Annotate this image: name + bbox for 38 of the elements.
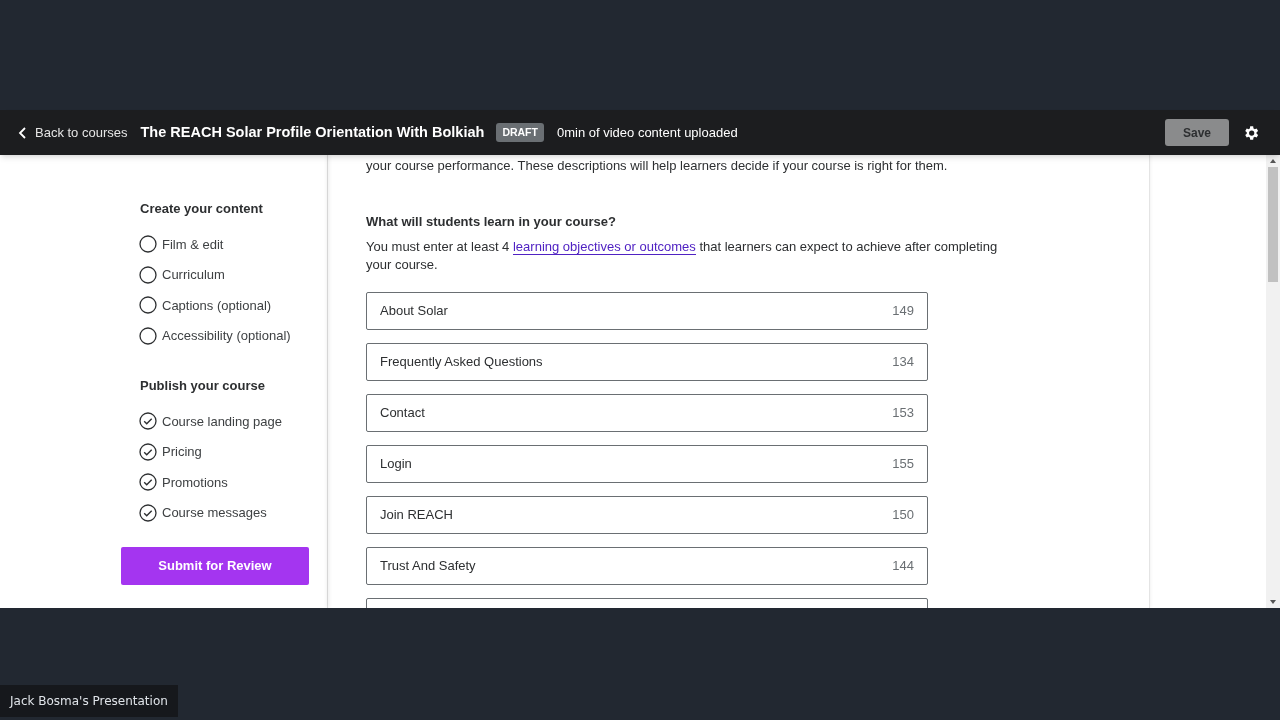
character-count: 150 [892, 505, 914, 524]
section-heading: Publish your course [140, 377, 266, 394]
presenter-label: Jack Bosma's Presentation [0, 685, 178, 717]
objective-field[interactable]: Login 155 [366, 444, 928, 483]
course-title: The REACH Solar Profile Orientation With Bolkiah [140, 122, 485, 142]
submit-button[interactable]: Submit for Review [121, 546, 309, 585]
sidebar-item[interactable]: Film & edit [139, 229, 327, 260]
sidebar-item[interactable]: Pricing [139, 436, 327, 467]
chevron-left-icon [18, 126, 27, 139]
hint-text: You must enter at least 4 learning objectives or outcomes that learners can expect to achieve after completing your course. [366, 237, 999, 274]
character-count: 153 [892, 403, 914, 422]
objective-field[interactable]: Trust And Safety 144 [366, 546, 928, 585]
scroll-up-icon[interactable] [1269, 157, 1277, 165]
character-count: 144 [892, 556, 914, 575]
sidebar-item[interactable]: Accessibility (optional) [139, 320, 327, 351]
question-heading: What will students learn in your course? [366, 213, 617, 231]
objective-field[interactable]: Frequently Asked Questions 134 [366, 342, 928, 381]
objective-field[interactable]: Contact 153 [366, 393, 928, 432]
character-count: 155 [892, 454, 914, 473]
upload-status: 0min of video content uploaded [556, 123, 738, 142]
sidebar-item[interactable]: Curriculum [139, 259, 327, 290]
sidebar-item[interactable]: Promotions [139, 467, 327, 498]
objective-field[interactable]: Join REACH 150 [366, 495, 928, 534]
status-badge: DRAFT [496, 122, 544, 143]
sidebar-item[interactable]: Course landing page [139, 406, 327, 437]
character-count: 149 [892, 301, 914, 320]
objective-field[interactable]: About Solar 149 [366, 291, 928, 330]
scrollbar-thumb[interactable] [1268, 167, 1278, 282]
scroll-down-icon[interactable] [1269, 598, 1277, 606]
description-text: your course performance. These descriptions will help learners decide if your course is right for them. [366, 157, 949, 175]
back-link[interactable]: Back to courses [18, 122, 128, 143]
objectives-link[interactable]: learning objectives or outcomes [512, 238, 696, 255]
sidebar-item[interactable]: Captions (optional) [139, 290, 327, 321]
scrollbar[interactable] [1266, 155, 1280, 608]
sidebar-item[interactable]: Course messages [139, 497, 327, 528]
section-heading: Create your content [140, 200, 264, 217]
character-count: 134 [892, 352, 914, 371]
save-button[interactable]: Save [1165, 119, 1229, 146]
